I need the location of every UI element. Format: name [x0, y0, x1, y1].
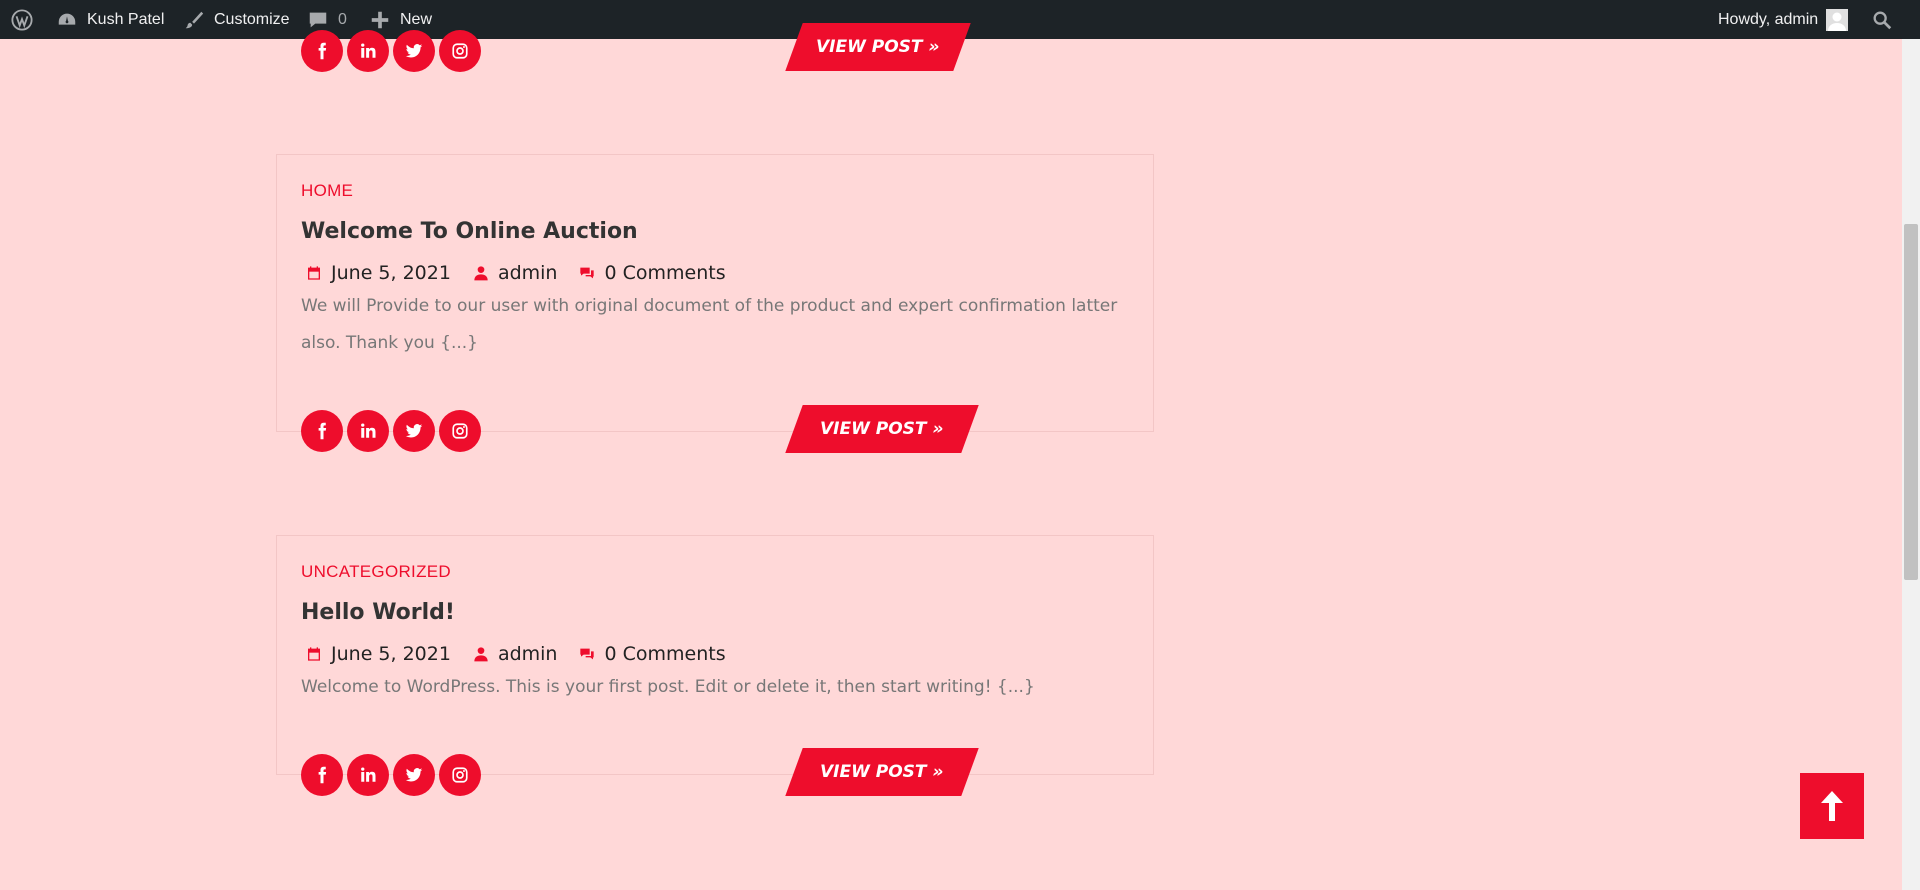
comments-icon	[580, 648, 595, 660]
post-meta: June 5, 2021 admin 0 Comments	[306, 262, 748, 284]
search-icon	[1870, 8, 1894, 32]
post-title[interactable]: Hello World!	[301, 600, 455, 625]
my-account-link[interactable]: Howdy, admin	[1718, 0, 1849, 39]
search-button[interactable]	[1870, 0, 1894, 39]
view-post-label: VIEW POST »	[816, 37, 940, 57]
scrollbar[interactable]	[1902, 39, 1920, 890]
post-author-text: admin	[497, 643, 558, 665]
post-date-text: June 5, 2021	[331, 643, 451, 665]
comments-count: 0	[338, 10, 347, 28]
post-title[interactable]: Welcome To Online Auction	[301, 219, 638, 244]
post-comments-text: 0 Comments	[604, 643, 726, 665]
linkedin-icon[interactable]	[347, 754, 389, 796]
howdy-label: Howdy, admin	[1718, 10, 1819, 28]
social-share	[301, 410, 481, 452]
twitter-icon[interactable]	[393, 30, 435, 72]
social-share	[301, 754, 481, 796]
comments-icon	[580, 267, 595, 279]
post-date-text: June 5, 2021	[331, 262, 451, 284]
post-author[interactable]: admin	[473, 643, 558, 665]
instagram-icon[interactable]	[439, 410, 481, 452]
post-category[interactable]: HOME	[301, 181, 353, 201]
post-category[interactable]: UNCATEGORIZED	[301, 562, 451, 582]
twitter-icon[interactable]	[393, 410, 435, 452]
scrollbar-thumb[interactable]	[1904, 224, 1918, 580]
dashboard-icon	[55, 8, 79, 32]
customize-label: Customize	[214, 10, 290, 28]
post-date[interactable]: June 5, 2021	[306, 262, 451, 284]
post-date[interactable]: June 5, 2021	[306, 643, 451, 665]
linkedin-icon[interactable]	[347, 410, 389, 452]
arrow-up-icon	[1821, 791, 1843, 821]
site-name-link[interactable]: Kush Patel	[55, 0, 164, 39]
post-meta: June 5, 2021 admin 0 Comments	[306, 643, 748, 665]
post-excerpt: Welcome to WordPress. This is your first…	[301, 677, 1035, 697]
view-post-button[interactable]: VIEW POST »	[785, 405, 979, 453]
user-icon	[474, 266, 488, 281]
view-post-label: VIEW POST »	[820, 762, 944, 782]
post-comments-text: 0 Comments	[604, 262, 726, 284]
view-post-button-top[interactable]: VIEW POST »	[785, 23, 971, 71]
facebook-icon[interactable]	[301, 30, 343, 72]
wordpress-icon	[10, 8, 34, 32]
paintbrush-icon	[182, 8, 206, 32]
calendar-icon	[308, 266, 320, 280]
avatar	[1826, 8, 1849, 31]
comment-icon	[306, 8, 330, 32]
twitter-icon[interactable]	[393, 754, 435, 796]
post-author[interactable]: admin	[473, 262, 558, 284]
new-label: New	[400, 10, 433, 28]
calendar-icon	[308, 647, 320, 661]
wordpress-logo-button[interactable]	[10, 0, 34, 39]
view-post-button[interactable]: VIEW POST »	[785, 748, 979, 796]
post-excerpt: We will Provide to our user with origina…	[301, 296, 1118, 353]
site-name-label: Kush Patel	[87, 10, 165, 28]
customize-link[interactable]: Customize	[182, 0, 290, 39]
user-icon	[474, 647, 488, 662]
facebook-icon[interactable]	[301, 754, 343, 796]
social-share-top	[301, 30, 481, 72]
back-to-top-button[interactable]	[1800, 773, 1864, 839]
view-post-label: VIEW POST »	[820, 419, 944, 439]
post-comments[interactable]: 0 Comments	[579, 643, 726, 665]
instagram-icon[interactable]	[439, 754, 481, 796]
post-comments[interactable]: 0 Comments	[579, 262, 726, 284]
instagram-icon[interactable]	[439, 30, 481, 72]
post-author-text: admin	[497, 262, 558, 284]
plus-icon	[368, 8, 392, 32]
facebook-icon[interactable]	[301, 410, 343, 452]
linkedin-icon[interactable]	[347, 30, 389, 72]
